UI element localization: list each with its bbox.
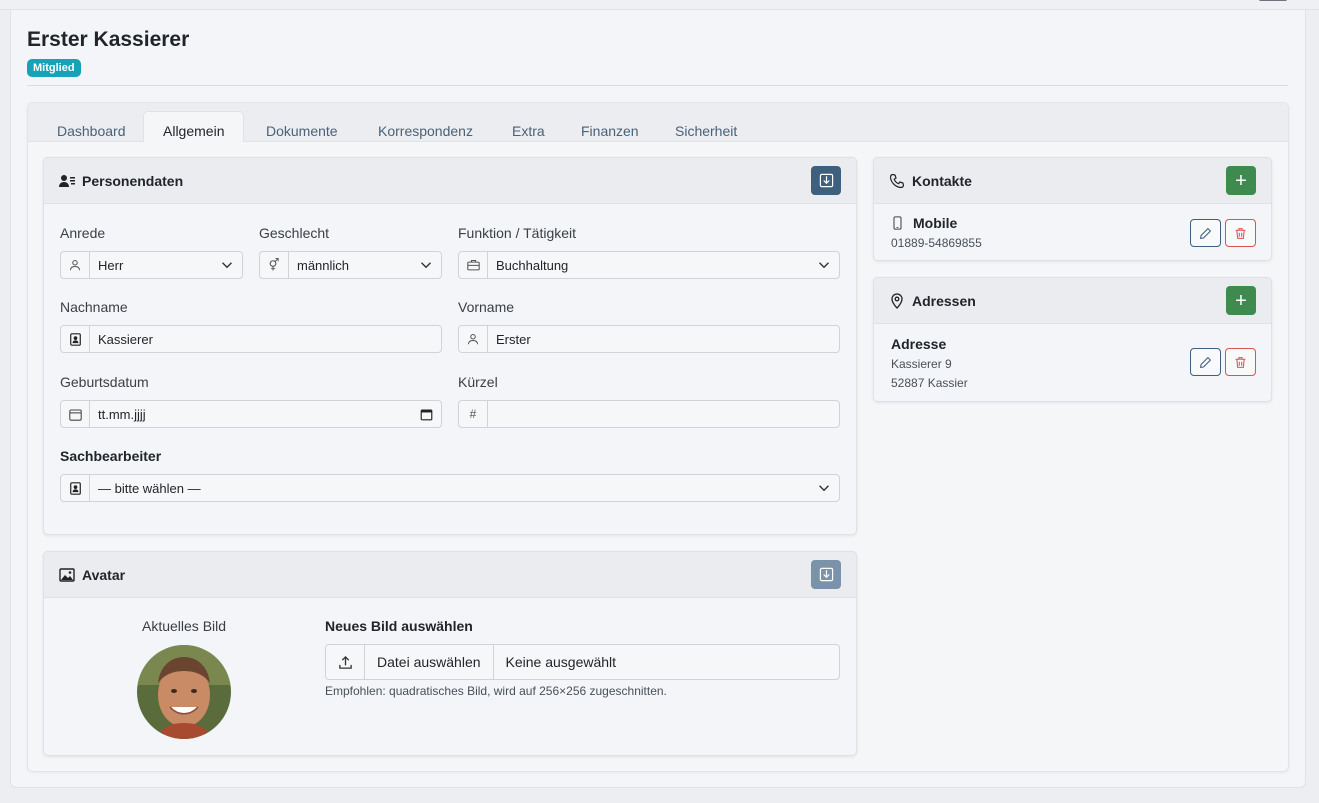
card-header: Kontakte + [874,158,1271,204]
vorname-label: Vorname [458,299,515,315]
id-card-icon [61,326,90,352]
tab-finanzen[interactable]: Finanzen [581,112,639,142]
address-line2: 52887 Kassier [891,376,968,390]
page-title: Erster Kassierer [27,28,190,51]
tab-extra[interactable]: Extra [512,112,545,142]
vorname-value: Erster [496,331,531,347]
geburtsdatum-field[interactable]: tt.mm.jjjj [60,400,442,428]
nachname-label: Nachname [60,299,128,315]
geburtsdatum-label: Geburtsdatum [60,374,149,390]
tab-card: Dashboard Allgemein Dokumente Korrespond… [27,102,1289,772]
save-button[interactable] [811,560,841,589]
save-icon [819,173,833,188]
divider [27,85,1288,86]
edit-contact-button[interactable] [1190,219,1221,247]
address-type: Adresse [891,336,947,352]
address-line1: Kassierer 9 [891,357,952,371]
tab-bar: Dashboard Allgemein Dokumente Korrespond… [28,103,1288,142]
anrede-select[interactable]: Herr [60,251,243,279]
vorname-field[interactable]: Erster [458,325,840,353]
location-pin-icon [891,293,903,309]
chevron-down-icon [809,259,839,271]
top-strip [0,0,1319,10]
add-address-button[interactable]: + [1226,286,1256,315]
upload-hint: Empfohlen: quadratisches Bild, wird auf … [325,684,667,698]
contact-type: Mobile [913,215,958,231]
briefcase-icon [459,252,488,278]
pencil-icon [1200,356,1212,368]
nachname-field[interactable]: Kassierer [60,325,442,353]
personal-data-card: Personendaten Anrede Herr Geschlecht ⚥ m… [43,157,857,535]
funktion-select[interactable]: Buchhaltung [458,251,840,279]
save-icon [819,567,833,582]
delete-address-button[interactable] [1225,348,1256,376]
date-picker-icon[interactable] [411,408,441,421]
chevron-down-icon [212,259,242,271]
hash-icon: # [459,401,488,427]
anrede-value: Herr [98,257,124,273]
calendar-icon [61,401,90,427]
tab-dokumente[interactable]: Dokumente [266,112,338,142]
funktion-label: Funktion / Tätigkeit [458,225,577,241]
card-header: Avatar [44,552,856,598]
avatar [137,645,231,739]
edit-address-button[interactable] [1190,348,1221,376]
card-header: Adressen + [874,278,1271,324]
contacts-card: Kontakte + Mobile 01889-54869855 [873,157,1272,261]
trash-icon [1235,227,1246,239]
card-title: Adressen [912,293,976,309]
kuerzel-field[interactable]: # [458,400,840,428]
card-title: Avatar [82,567,126,583]
chevron-down-icon [411,259,441,271]
menu-handle[interactable] [1259,0,1287,1]
anrede-label: Anrede [60,225,106,241]
geschlecht-select[interactable]: ⚥ männlich [259,251,442,279]
kuerzel-label: Kürzel [458,374,498,390]
id-card-icon [61,475,90,501]
card-header: Personendaten [44,158,856,204]
tab-korrespondenz[interactable]: Korrespondenz [378,112,473,142]
geschlecht-value: männlich [297,257,350,273]
card-title: Kontakte [912,173,972,189]
tab-dashboard[interactable]: Dashboard [57,112,126,142]
nachname-value: Kassierer [98,331,153,347]
choose-file-button[interactable]: Datei auswählen [365,645,494,679]
sachbearbeiter-label: Sachbearbeiter [60,448,162,464]
status-badge: Mitglied [27,59,81,77]
gender-icon: ⚥ [260,252,289,278]
trash-icon [1235,356,1246,368]
avatar-card: Avatar Aktuelles Bild Neues Bild auswähl… [43,551,857,756]
file-upload[interactable]: Datei auswählen Keine ausgewählt [325,644,840,680]
addresses-card: Adressen + Adresse Kassierer 9 52887 Kas… [873,277,1272,402]
save-button[interactable] [811,166,841,195]
contact-value: 01889-54869855 [891,236,982,250]
phone-icon [889,173,905,189]
person-icon [61,252,90,278]
geburtsdatum-value: tt.mm.jjjj [98,406,146,422]
chevron-down-icon [809,482,839,494]
tab-allgemein[interactable]: Allgemein [143,111,245,142]
geschlecht-label: Geschlecht [259,225,330,241]
person-icon [459,326,488,352]
upload-icon [326,645,365,679]
user-card-icon [59,175,75,187]
add-contact-button[interactable]: + [1226,166,1256,195]
funktion-value: Buchhaltung [496,257,569,273]
card-title: Personendaten [82,173,184,189]
mobile-icon [893,216,902,230]
no-file-text: Keine ausgewählt [505,654,617,670]
tab-sicherheit[interactable]: Sicherheit [675,112,737,142]
new-image-label: Neues Bild auswählen [325,618,473,634]
sachbearbeiter-select[interactable]: — bitte wählen — [60,474,840,502]
image-icon [59,568,75,582]
sachbearbeiter-value: — bitte wählen — [98,480,201,496]
current-image-label: Aktuelles Bild [142,618,227,634]
delete-contact-button[interactable] [1225,219,1256,247]
pencil-icon [1200,227,1212,239]
